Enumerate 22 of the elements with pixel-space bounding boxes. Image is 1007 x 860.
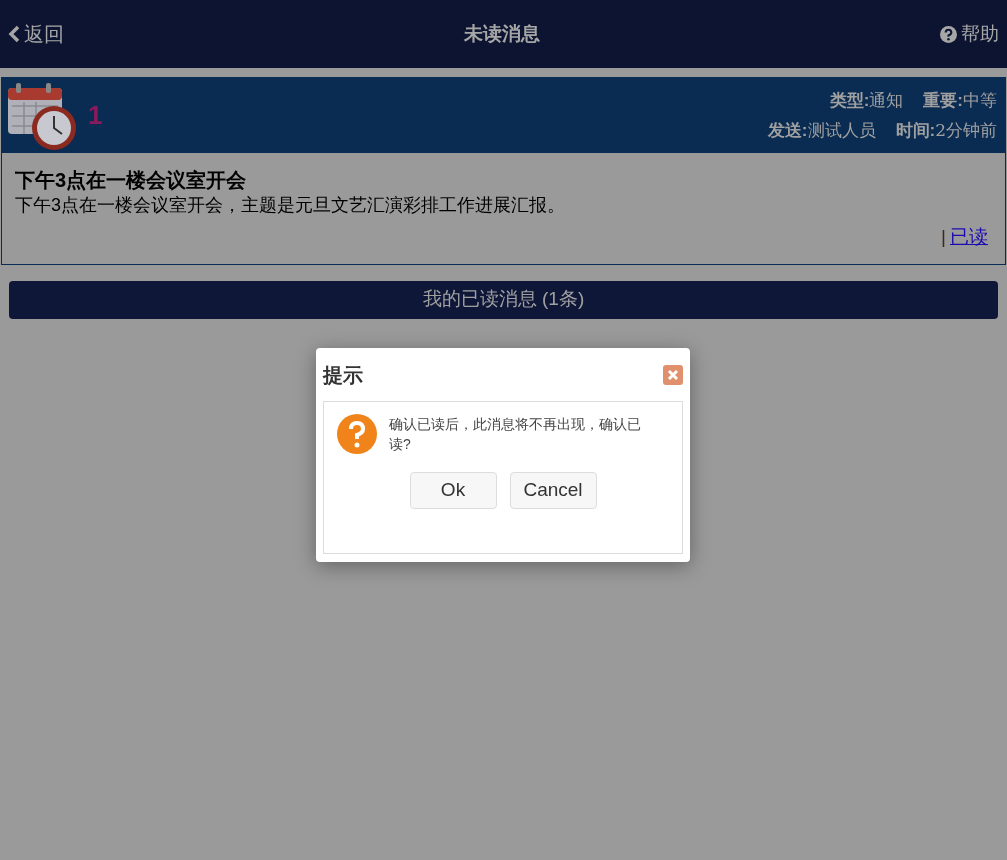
meta-field: 时间:2分钟前: [895, 117, 997, 143]
message-body: 下午3点在一楼会议室开会，主题是元旦文艺汇演彩排工作进展汇报。: [15, 194, 566, 217]
dialog-button[interactable]: Cancel: [509, 472, 597, 509]
close-button[interactable]: [663, 364, 683, 385]
dialog-title: 提示: [323, 362, 363, 388]
meta-field: 发送:测试人员: [767, 117, 876, 143]
dialog-message: 确认已读后，此消息将不再出现，确认已读?: [389, 415, 642, 454]
help-icon: [940, 25, 957, 43]
unread-count: 1: [88, 99, 103, 132]
close-icon: [667, 368, 679, 381]
back-button[interactable]: 返回: [8, 19, 64, 49]
meta-field: 重要:中等: [923, 88, 997, 114]
read-messages-button[interactable]: 我的已读消息 (1条): [9, 280, 998, 319]
meta-field: 类型:通知: [829, 88, 904, 114]
help-button[interactable]: 帮助: [940, 19, 999, 49]
message-title: 下午3点在一楼会议室开会: [15, 168, 248, 193]
mark-read-link[interactable]: 已读: [950, 223, 988, 252]
page-title: 未读消息: [464, 21, 540, 46]
dialog-button[interactable]: Ok: [409, 472, 497, 509]
separator: |: [941, 225, 946, 249]
chevron-left-icon: [8, 25, 20, 43]
question-icon: [337, 414, 377, 454]
